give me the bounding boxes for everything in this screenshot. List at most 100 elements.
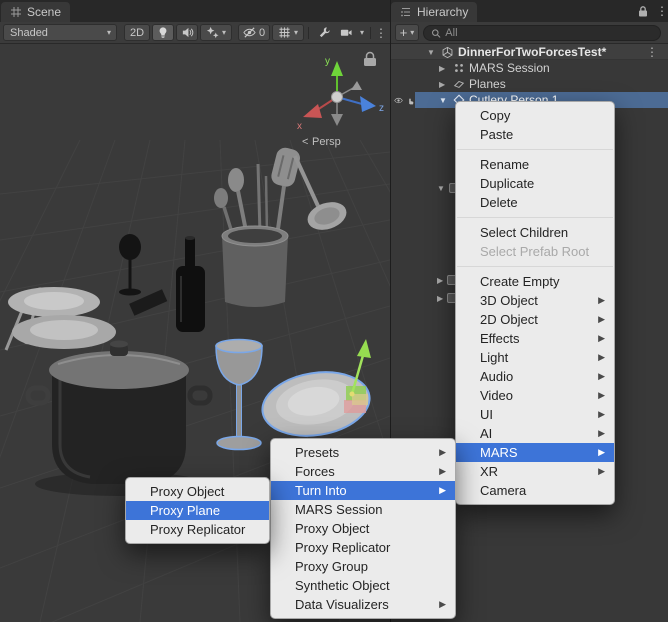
scene-name: DinnerForTwoForcesTest*: [458, 44, 606, 60]
hierarchy-row-planes[interactable]: ▶ Planes: [391, 76, 668, 92]
context-menu: Copy Paste Rename Duplicate Delete Selec…: [455, 101, 615, 505]
search-input[interactable]: [445, 27, 653, 39]
visibility-eye-icon[interactable]: [394, 95, 403, 106]
ladle[interactable]: [295, 156, 350, 235]
tab-hierarchy[interactable]: Hierarchy: [391, 2, 477, 22]
menu-item[interactable]: Presets ▶: [271, 443, 455, 462]
menu-item[interactable]: Turn Into ▶: [271, 481, 455, 500]
menu-item[interactable]: UI ▶: [456, 405, 614, 424]
menu-item[interactable]: Data Visualizers ▶: [271, 595, 455, 614]
menu-item[interactable]: Select Children: [456, 223, 614, 242]
selected-wine-glass[interactable]: [216, 340, 262, 450]
wine-glass-back[interactable]: [119, 234, 141, 296]
scene-audio-toggle[interactable]: [176, 24, 198, 41]
menu-item-label: Select Prefab Root: [480, 244, 589, 259]
bottle[interactable]: [176, 236, 205, 332]
menu-item[interactable]: AI ▶: [456, 424, 614, 443]
menu-item[interactable]: Camera: [456, 481, 614, 500]
menu-item[interactable]: Proxy Plane: [126, 501, 269, 520]
foldout-closed-icon[interactable]: ▶: [437, 294, 443, 303]
row-label: Planes: [469, 76, 506, 92]
menu-item[interactable]: XR ▶: [456, 462, 614, 481]
orientation-gizmo[interactable]: y z x: [297, 56, 384, 132]
gizmo-arrow-head: [357, 339, 371, 358]
cooking-pot[interactable]: [28, 341, 210, 497]
gizmo-x-cone[interactable]: [303, 104, 322, 118]
submenu-arrow-icon: ▶: [598, 367, 605, 386]
menu-item[interactable]: Video ▶: [456, 386, 614, 405]
plus-icon: +: [400, 25, 408, 40]
scene-options-icon[interactable]: ⋮: [646, 44, 658, 60]
gizmo-y-cone[interactable]: [331, 61, 343, 76]
menu-item[interactable]: Proxy Object: [271, 519, 455, 538]
menu-item[interactable]: Proxy Replicator: [271, 538, 455, 557]
gizmo-z-label: z: [379, 103, 384, 114]
menu-item[interactable]: MARS Session: [271, 500, 455, 519]
tab-scene[interactable]: Scene: [1, 2, 70, 22]
menu-separator: [457, 266, 613, 267]
picking-hand-icon[interactable]: [406, 95, 415, 106]
menu-item-label: Paste: [480, 127, 513, 142]
grid-visibility-dropdown[interactable]: ▾: [272, 24, 304, 41]
menu-item[interactable]: Copy: [456, 106, 614, 125]
menu-item[interactable]: 2D Object ▶: [456, 310, 614, 329]
menu-item[interactable]: Light ▶: [456, 348, 614, 367]
submenu-arrow-icon: ▶: [598, 329, 605, 348]
menu-item[interactable]: Proxy Object: [126, 482, 269, 501]
light-bulb-icon: [157, 26, 169, 39]
foldout-closed-icon[interactable]: ▶: [439, 76, 445, 92]
foldout-open-icon[interactable]: ▼: [427, 44, 435, 60]
menu-separator: [457, 149, 613, 150]
menu-item-label: Copy: [480, 108, 510, 123]
scene-lighting-toggle[interactable]: [152, 24, 174, 41]
menu-item-label: 2D Object: [480, 312, 538, 327]
panel-menu-icon[interactable]: ⋮: [656, 3, 668, 19]
gizmo-negative-axis-cone[interactable]: [351, 81, 362, 90]
menu-item[interactable]: MARS ▶: [456, 443, 614, 462]
gizmo-z-cone[interactable]: [360, 96, 376, 112]
hierarchy-row-scene[interactable]: ▼ DinnerForTwoForcesTest* ⋮: [391, 44, 668, 60]
menu-item[interactable]: 3D Object ▶: [456, 291, 614, 310]
menu-item[interactable]: Synthetic Object: [271, 576, 455, 595]
lock-icon[interactable]: [637, 5, 649, 18]
gizmo-lock-icon[interactable]: [364, 53, 376, 67]
menu-separator: [457, 217, 613, 218]
menu-item-label: Synthetic Object: [295, 578, 390, 593]
hierarchy-row-mars-session[interactable]: ▶ MARS Session: [391, 60, 668, 76]
toggle-2d-button[interactable]: 2D: [124, 24, 150, 41]
menu-item[interactable]: Proxy Group: [271, 557, 455, 576]
menu-item[interactable]: Delete: [456, 193, 614, 212]
utensil-cup[interactable]: [214, 146, 302, 307]
shading-mode-dropdown[interactable]: Shaded ▾: [3, 24, 117, 41]
scene-camera-button[interactable]: [336, 24, 356, 41]
menu-item[interactable]: Create Empty: [456, 272, 614, 291]
hierarchy-search-field[interactable]: [423, 25, 661, 41]
menu-item[interactable]: Duplicate: [456, 174, 614, 193]
camera-icon: [339, 26, 353, 39]
menu-item[interactable]: Audio ▶: [456, 367, 614, 386]
gizmo-negative-axis-cone[interactable]: [331, 114, 343, 126]
foldout-closed-icon[interactable]: ▶: [439, 60, 445, 76]
menu-item-label: Proxy Object: [150, 484, 224, 499]
chevron-down-icon: ▾: [107, 28, 116, 37]
menu-item[interactable]: Forces ▶: [271, 462, 455, 481]
unity-editor-window: Scene Hierarchy ⋮ Shaded ▾ 2D ▾ 0: [0, 0, 668, 622]
menu-item[interactable]: Proxy Replicator: [126, 520, 269, 539]
menu-item-label: Delete: [480, 195, 518, 210]
scene-tools-button[interactable]: [314, 24, 334, 41]
menu-item[interactable]: Select Prefab Root: [456, 242, 614, 261]
create-object-button[interactable]: + ▾: [395, 24, 419, 41]
menu-item[interactable]: Rename: [456, 155, 614, 174]
menu-item[interactable]: Paste: [456, 125, 614, 144]
scene-more-menu[interactable]: ⋮: [374, 24, 388, 41]
foldout-open-icon[interactable]: ▼: [437, 184, 445, 193]
foldout-open-icon[interactable]: ▼: [439, 92, 447, 108]
plates-stack[interactable]: [8, 287, 116, 349]
scene-visibility-button[interactable]: 0: [238, 24, 270, 41]
foldout-closed-icon[interactable]: ▶: [437, 276, 443, 285]
projection-toggle[interactable]: < Persp: [302, 136, 341, 148]
camera-options-dropdown[interactable]: ▾: [356, 24, 368, 41]
menu-item[interactable]: Effects ▶: [456, 329, 614, 348]
scene-effects-dropdown[interactable]: ▾: [200, 24, 232, 41]
gizmo-center[interactable]: [332, 92, 343, 103]
